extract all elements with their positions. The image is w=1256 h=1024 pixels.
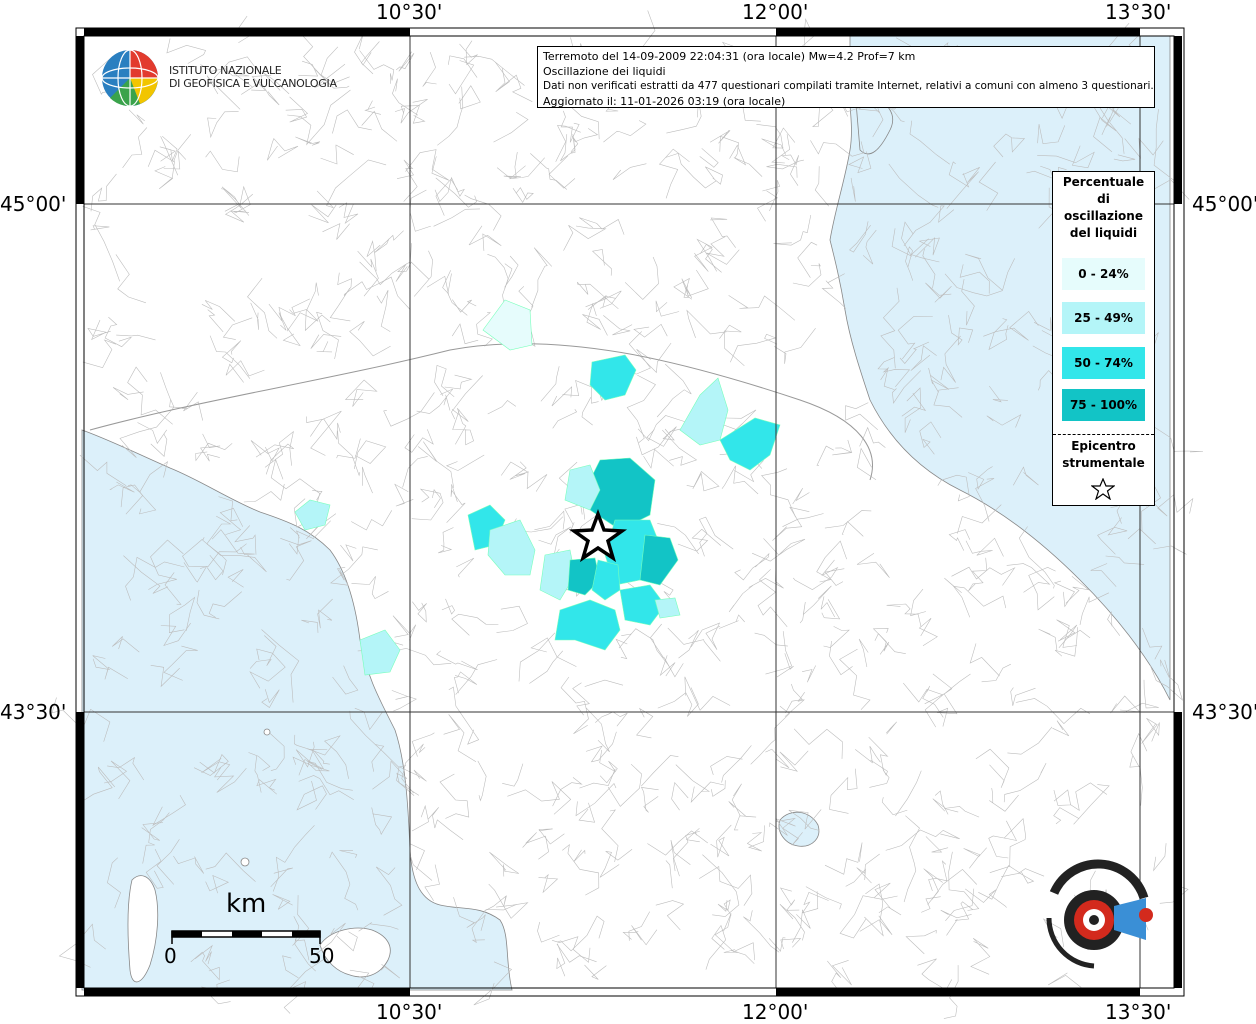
legend-title: Percentuale di oscillazione del liquidi [1062, 175, 1145, 240]
legend-class-4: 75 - 100% [1062, 389, 1145, 421]
legend-separator [1053, 434, 1154, 435]
event-info-line1: Terremoto del 14-09-2009 22:04:31 (ora l… [543, 50, 916, 63]
legend-epicentre-label: Epicentro strumentale [1062, 439, 1145, 470]
lat-label-left-1: 45°00' [0, 192, 67, 216]
scale-end: 50 [309, 944, 335, 968]
lat-label-right-2: 43°30' [1192, 700, 1256, 724]
lon-label-top-3: 13°30' [1105, 0, 1172, 24]
event-info-line2: Oscillazione dei liquidi [543, 65, 666, 78]
ingv-name-line2: DI GEOFISICA E VULCANOLOGIA [169, 77, 337, 90]
legend-class-1: 0 - 24% [1062, 258, 1145, 290]
legend-class-3: 50 - 74% [1062, 347, 1145, 379]
globe-icon [101, 49, 159, 107]
event-info-line3: Dati non verificati estratti da 477 ques… [543, 80, 1154, 92]
lon-label-top-2: 12°00' [742, 0, 809, 24]
lat-label-right-1: 45°00' [1192, 192, 1256, 216]
star-icon [1091, 478, 1115, 500]
lat-label-left-2: 43°30' [0, 700, 67, 724]
hai-sentito-logo [1034, 858, 1164, 973]
lon-label-bottom-1: 10°30' [376, 1000, 443, 1024]
lon-label-top-1: 10°30' [376, 0, 443, 24]
legend: Percentuale di oscillazione del liquidi … [1052, 171, 1155, 506]
legend-class-2: 25 - 49% [1062, 302, 1145, 334]
lon-label-bottom-3: 13°30' [1105, 1000, 1172, 1024]
scale-unit: km [226, 889, 267, 919]
ingv-name-line1: ISTITUTO NAZIONALE [169, 64, 282, 77]
scale-start: 0 [164, 944, 177, 968]
event-info-line4: Aggiornato il: 11-01-2026 03:19 (ora loc… [543, 95, 786, 108]
lon-label-bottom-2: 12°00' [742, 1000, 809, 1024]
ingv-text: ISTITUTO NAZIONALE DI GEOFISICA E VULCAN… [169, 64, 337, 90]
event-info-box: Terremoto del 14-09-2009 22:04:31 (ora l… [537, 46, 1155, 108]
